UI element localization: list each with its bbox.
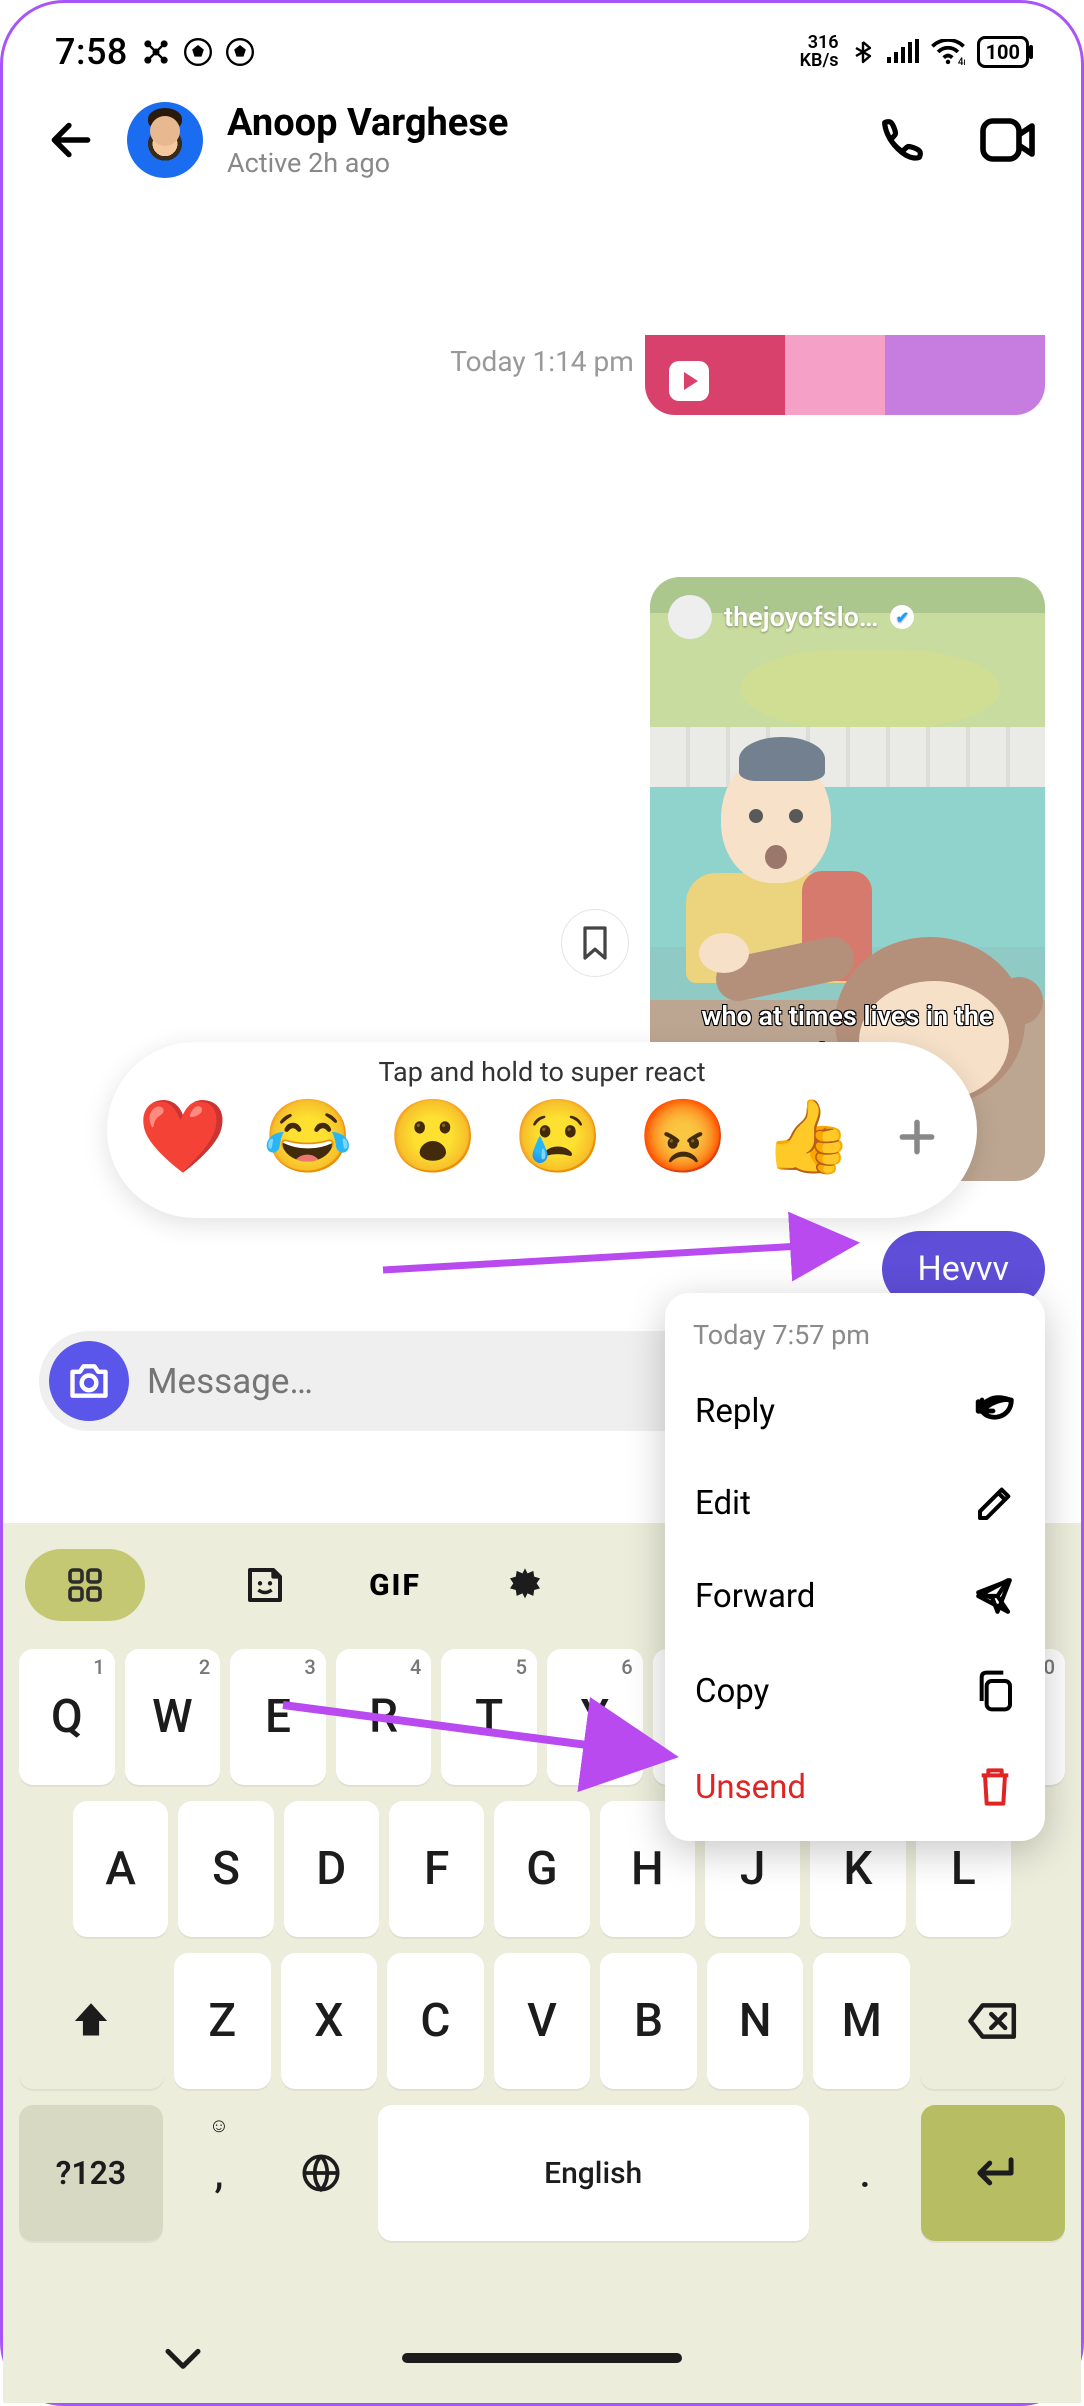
key-t[interactable]: T5 xyxy=(441,1649,537,1785)
play-icon xyxy=(669,361,709,401)
chat-body: Today 1:14 pm thejoyofslo… ✔ who at time… xyxy=(3,345,1081,378)
system-nav-bar xyxy=(3,2313,1081,2403)
back-button[interactable] xyxy=(39,108,103,172)
contact-info[interactable]: Anoop Varghese Active 2h ago xyxy=(227,101,833,179)
soccer-icon-2 xyxy=(226,38,254,66)
edit-icon xyxy=(975,1483,1015,1523)
story-avatar xyxy=(668,595,712,639)
battery-indicator: 100 xyxy=(977,36,1029,68)
context-menu-timestamp: Today 7:57 pm xyxy=(665,1311,1045,1365)
key-c[interactable]: C xyxy=(387,1953,484,2089)
contact-avatar[interactable] xyxy=(127,102,203,178)
react-heart[interactable]: ❤️ xyxy=(137,1094,229,1179)
bluetooth-icon xyxy=(851,37,875,67)
ctx-copy[interactable]: Copy xyxy=(665,1643,1045,1739)
key-y[interactable]: Y6 xyxy=(547,1649,643,1785)
key-g[interactable]: G xyxy=(494,1801,589,1937)
annotation-arrow-1 xyxy=(383,1225,883,1295)
key-e[interactable]: E3 xyxy=(230,1649,326,1785)
ctx-unsend[interactable]: Unsend xyxy=(665,1739,1045,1835)
key-m[interactable]: M xyxy=(813,1953,910,2089)
forward-icon xyxy=(973,1575,1015,1617)
react-sad[interactable]: 😢 xyxy=(512,1094,604,1179)
message-context-menu: Today 7:57 pm Reply Edit Forward Copy Un… xyxy=(665,1293,1045,1841)
camera-button[interactable] xyxy=(49,1341,129,1421)
wifi-icon: 4r xyxy=(931,39,965,65)
key-s[interactable]: S xyxy=(178,1801,273,1937)
video-call-button[interactable] xyxy=(971,103,1045,177)
key-space[interactable]: English xyxy=(378,2105,809,2241)
key-w[interactable]: W2 xyxy=(125,1649,221,1785)
reaction-bar: Tap and hold to super react ❤️ 😂 😮 😢 😡 👍 xyxy=(107,1042,977,1218)
soccer-icon xyxy=(184,38,212,66)
bookmark-button[interactable] xyxy=(561,909,629,977)
key-q[interactable]: Q1 xyxy=(19,1649,115,1785)
ctx-reply[interactable]: Reply xyxy=(665,1365,1045,1457)
verified-icon: ✔ xyxy=(890,605,914,629)
contact-status: Active 2h ago xyxy=(227,147,833,179)
key-a[interactable]: A xyxy=(73,1801,168,1937)
key-d[interactable]: D xyxy=(284,1801,379,1937)
react-wow[interactable]: 😮 xyxy=(387,1094,479,1179)
kb-settings-button[interactable] xyxy=(465,1549,585,1621)
signal-icon xyxy=(887,39,919,65)
reply-icon xyxy=(971,1391,1015,1431)
emoji-hint-icon: ☺ xyxy=(209,2113,229,2138)
kb-row-bottom: ?123 ☺ , English . xyxy=(15,2105,1069,2241)
react-thumbsup[interactable]: 👍 xyxy=(762,1094,854,1179)
status-time: 7:58 xyxy=(55,31,128,73)
react-angry[interactable]: 😡 xyxy=(637,1094,729,1179)
svg-text:4r: 4r xyxy=(957,57,964,65)
kb-row-3: ZXCVBNM xyxy=(15,1953,1069,2089)
ctx-edit[interactable]: Edit xyxy=(665,1457,1045,1549)
copy-icon xyxy=(975,1669,1015,1713)
reaction-hint: Tap and hold to super react xyxy=(378,1056,705,1088)
key-period[interactable]: . xyxy=(819,2105,911,2241)
nav-collapse-icon[interactable] xyxy=(163,2343,203,2373)
react-laugh[interactable]: 😂 xyxy=(262,1094,354,1179)
kb-apps-button[interactable] xyxy=(25,1549,145,1621)
key-enter[interactable] xyxy=(921,2105,1065,2241)
key-backspace[interactable] xyxy=(920,1953,1065,2089)
key-x[interactable]: X xyxy=(281,1953,378,2089)
story-username: thejoyofslo… xyxy=(724,601,878,633)
key-b[interactable]: B xyxy=(600,1953,697,2089)
key-z[interactable]: Z xyxy=(174,1953,271,2089)
key-r[interactable]: R4 xyxy=(336,1649,432,1785)
previous-reel-message[interactable] xyxy=(645,335,1045,415)
key-f[interactable]: F xyxy=(389,1801,484,1937)
react-add-button[interactable] xyxy=(887,1107,947,1167)
key-n[interactable]: N xyxy=(707,1953,804,2089)
key-v[interactable]: V xyxy=(494,1953,591,2089)
key-comma[interactable]: ☺ , xyxy=(173,2105,265,2241)
kb-gif-button[interactable]: GIF xyxy=(335,1549,455,1621)
key-symbols[interactable]: ?123 xyxy=(19,2105,163,2241)
network-speed: 316 KB/s xyxy=(800,34,839,70)
status-icon-1 xyxy=(142,38,170,66)
contact-name: Anoop Varghese xyxy=(227,101,833,145)
key-globe[interactable] xyxy=(275,2105,367,2241)
story-header: thejoyofslo… ✔ xyxy=(668,595,914,639)
ctx-forward[interactable]: Forward xyxy=(665,1549,1045,1643)
trash-icon xyxy=(975,1765,1015,1809)
key-shift[interactable] xyxy=(19,1953,164,2089)
chat-header: Anoop Varghese Active 2h ago xyxy=(3,81,1081,205)
status-bar: 7:58 316 KB/s 4r 100 xyxy=(3,3,1081,81)
kb-sticker-button[interactable] xyxy=(205,1549,325,1621)
nav-home-pill[interactable] xyxy=(402,2353,682,2363)
audio-call-button[interactable] xyxy=(865,103,939,177)
